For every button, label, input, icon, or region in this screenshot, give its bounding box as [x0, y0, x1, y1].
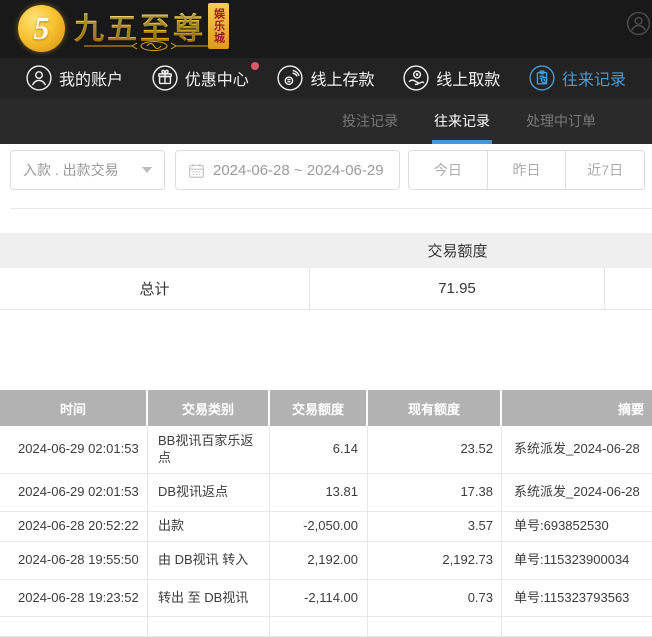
cell-time: 2024-06-29 02:01:53 [0, 474, 148, 512]
cell-type: BB视讯百家乐返点 [148, 426, 270, 474]
notification-dot-badge [251, 62, 259, 70]
brand-suffix: 娱乐城 [211, 8, 227, 44]
brand-monogram: 5 [34, 12, 50, 44]
nav-label: 线上取款 [436, 66, 500, 90]
cell-empty [502, 617, 652, 637]
cell-type: 转出 至 DB视讯 [148, 580, 270, 617]
records-table: 时间 交易类别 交易额度 现有额度 摘要 2024-06-29 02:01:53… [0, 390, 652, 637]
cell-balance: 17.38 [368, 474, 502, 512]
summary-header-amount: 交易额度 [310, 233, 605, 268]
last7days-button[interactable]: 近7日 [565, 151, 644, 189]
cell-balance: 3.57 [368, 512, 502, 542]
col-header-balance: 现有额度 [368, 390, 502, 426]
summary-total-label: 总计 [0, 268, 310, 309]
col-header-type: 交易类别 [148, 390, 270, 426]
tab-label: 投注记录 [342, 111, 398, 131]
cell-type: DB视讯返点 [148, 474, 270, 512]
gift-icon [152, 65, 178, 91]
summary-empty-cell [605, 268, 652, 309]
records-icon [529, 65, 555, 91]
cell-balance: 23.52 [368, 426, 502, 474]
section-divider [10, 208, 652, 209]
date-range-picker[interactable]: 2024-06-28 ~ 2024-06-29 [175, 150, 400, 190]
table-row: 2024-06-28 19:23:52 转出 至 DB视讯 -2,114.00 … [0, 580, 652, 617]
nav-label: 我的账户 [59, 66, 123, 90]
nav-label: 线上存款 [310, 66, 374, 90]
nav-item-online-withdraw[interactable]: 线上取款 [403, 65, 500, 91]
summary-table: 交易额度 总计 71.95 [0, 233, 652, 310]
cell-amount: 13.81 [270, 474, 368, 512]
summary-header-empty [605, 233, 652, 268]
cell-amount: -2,050.00 [270, 512, 368, 542]
nav-label: 往来记录 [562, 66, 626, 90]
records-tab-bar: 投注记录 往来记录 处理中订单 [0, 98, 652, 144]
summary-total-row: 总计 71.95 [0, 268, 652, 310]
brand-suffix-box: 娱乐城 [208, 3, 229, 49]
calendar-icon [188, 162, 205, 179]
cell-time: 2024-06-28 19:23:52 [0, 580, 148, 617]
quick-date-button-group: 今日 昨日 近7日 [408, 150, 645, 190]
cell-summary: 单号:693852530 [502, 512, 652, 542]
active-tab-underline [432, 140, 492, 144]
tab-label: 往来记录 [434, 111, 490, 131]
transaction-type-select[interactable]: 入款 . 出款交易 [10, 150, 165, 190]
tab-transaction-records[interactable]: 往来记录 [434, 98, 490, 144]
chevron-down-icon [142, 167, 152, 173]
transaction-type-value: 入款 . 出款交易 [23, 160, 142, 180]
cell-empty [270, 617, 368, 637]
tab-label: 处理中订单 [526, 111, 596, 131]
cell-summary: 单号:115323900034 [502, 542, 652, 580]
table-row-partial [0, 617, 652, 637]
cell-balance: 2,192.73 [368, 542, 502, 580]
cell-empty [148, 617, 270, 637]
cell-type: 出款 [148, 512, 270, 542]
table-row: 2024-06-29 02:01:53 BB视讯百家乐返点 6.14 23.52… [0, 426, 652, 474]
yesterday-button[interactable]: 昨日 [487, 151, 566, 189]
nav-item-online-deposit[interactable]: 线上存款 [277, 65, 374, 91]
cell-balance: 0.73 [368, 580, 502, 617]
top-logo-bar: 5 九五至尊 娱乐城 [0, 0, 652, 58]
withdraw-icon [403, 65, 429, 91]
account-icon[interactable] [626, 11, 651, 36]
summary-total-value: 71.95 [310, 268, 605, 309]
cell-empty [368, 617, 502, 637]
cell-summary: 系统派发_2024-06-28 [502, 474, 652, 512]
col-header-amount: 交易额度 [270, 390, 368, 426]
brand-logo-icon[interactable]: 5 [18, 5, 65, 52]
table-row: 2024-06-28 19:55:50 由 DB视讯 转入 2,192.00 2… [0, 542, 652, 580]
tab-betting-records[interactable]: 投注记录 [342, 98, 398, 144]
summary-header-empty [0, 233, 310, 268]
cell-type: 由 DB视讯 转入 [148, 542, 270, 580]
cell-summary: 单号:115323793563 [502, 580, 652, 617]
cell-summary: 系统派发_2024-06-28 [502, 426, 652, 474]
user-icon [26, 65, 52, 91]
deposit-icon [277, 65, 303, 91]
main-nav: 我的账户 优惠中心 线上存款 线上取款 [0, 58, 652, 98]
nav-label: 优惠中心 [185, 66, 249, 90]
nav-item-promotions[interactable]: 优惠中心 [152, 65, 249, 91]
today-button[interactable]: 今日 [409, 151, 487, 189]
records-table-header-row: 时间 交易类别 交易额度 现有额度 摘要 [0, 390, 652, 426]
nav-item-transaction-records[interactable]: 往来记录 [529, 65, 626, 91]
tab-processing-orders[interactable]: 处理中订单 [526, 98, 596, 144]
table-row: 2024-06-29 02:01:53 DB视讯返点 13.81 17.38 系… [0, 474, 652, 512]
cell-time: 2024-06-28 20:52:22 [0, 512, 148, 542]
col-header-time: 时间 [0, 390, 148, 426]
cell-empty [0, 617, 148, 637]
cell-time: 2024-06-29 02:01:53 [0, 426, 148, 474]
brand-flourish-ornament [84, 40, 224, 52]
col-header-summary: 摘要 [502, 390, 652, 426]
cell-amount: 6.14 [270, 426, 368, 474]
cell-amount: -2,114.00 [270, 580, 368, 617]
nav-item-my-account[interactable]: 我的账户 [26, 65, 123, 91]
date-range-value: 2024-06-28 ~ 2024-06-29 [213, 162, 384, 179]
cell-amount: 2,192.00 [270, 542, 368, 580]
summary-table-header-row: 交易额度 [0, 233, 652, 268]
cell-time: 2024-06-28 19:55:50 [0, 542, 148, 580]
table-row: 2024-06-28 20:52:22 出款 -2,050.00 3.57 单号… [0, 512, 652, 542]
